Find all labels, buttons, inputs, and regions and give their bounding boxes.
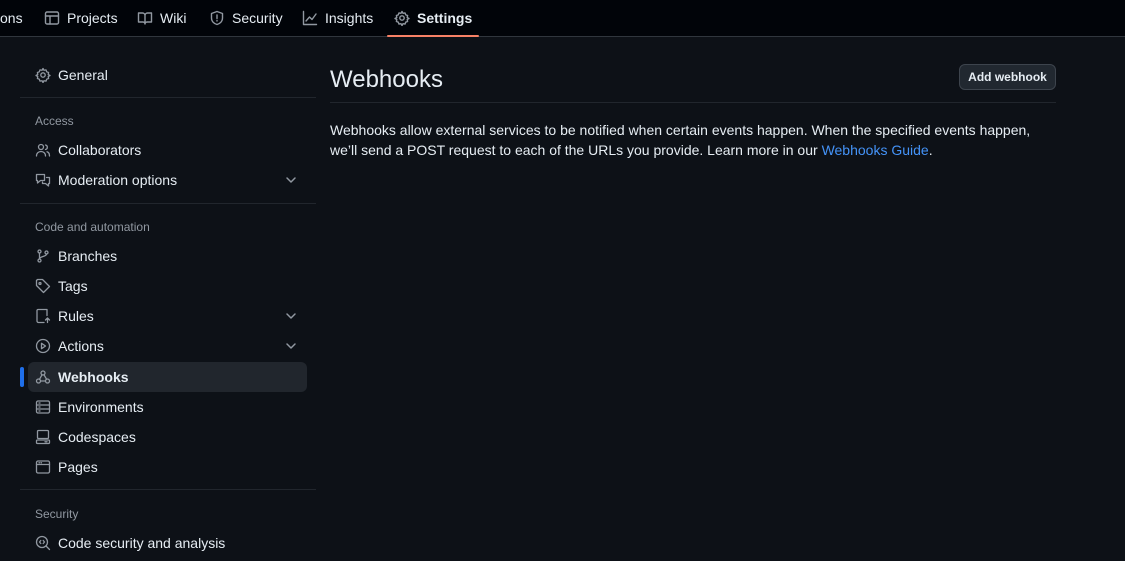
- gear-icon: [394, 10, 410, 26]
- chevron-down-icon[interactable]: [283, 308, 299, 324]
- webhooks-description: Webhooks allow external services to be n…: [330, 120, 1056, 160]
- chevron-down-icon[interactable]: [283, 172, 299, 188]
- gear-icon: [35, 67, 51, 84]
- sidebar-divider: [20, 489, 316, 490]
- repo-nav: ons Projects Wiki Security Insights Sett…: [0, 0, 1125, 37]
- table-icon: [44, 11, 60, 25]
- sidebar-item-actions[interactable]: Actions: [28, 331, 307, 361]
- play-icon: [35, 338, 51, 354]
- sidebar-item-rules[interactable]: Rules: [28, 301, 307, 331]
- sidebar-item-tags[interactable]: Tags: [28, 271, 307, 301]
- chevron-down-icon[interactable]: [283, 338, 299, 354]
- webhook-icon: [35, 369, 51, 385]
- page-title: Webhooks: [330, 66, 443, 93]
- sidebar-item-label: Moderation options: [58, 172, 178, 188]
- sidebar-item-label: Branches: [58, 248, 118, 264]
- sidebar-item-collaborators[interactable]: Collaborators: [28, 135, 307, 165]
- tab-settings[interactable]: Settings: [387, 0, 480, 37]
- selected-tab-underline: [387, 35, 480, 37]
- sidebar-item-moderation[interactable]: Moderation options: [28, 165, 307, 195]
- browser-icon: [35, 459, 51, 475]
- tab-label: Projects: [67, 10, 118, 26]
- sidebar-item-code-security[interactable]: Code security and analysis: [28, 528, 307, 558]
- comment-discussion-icon: [35, 172, 51, 188]
- tab-wiki[interactable]: Wiki: [137, 0, 186, 36]
- sidebar-item-label: Collaborators: [58, 142, 142, 158]
- sidebar-item-pages[interactable]: Pages: [28, 452, 307, 482]
- tab-label: Wiki: [160, 10, 187, 26]
- tab-label: ons: [0, 10, 23, 26]
- tab-label: Security: [232, 10, 283, 26]
- sidebar-item-label: Codespaces: [58, 429, 136, 445]
- sidebar-item-label: Environments: [58, 399, 144, 415]
- graph-icon: [302, 10, 318, 26]
- codespaces-icon: [35, 429, 51, 445]
- webhooks-guide-link[interactable]: Webhooks Guide: [822, 142, 929, 158]
- tag-icon: [35, 278, 51, 294]
- tab-insights[interactable]: Insights: [302, 0, 373, 36]
- people-icon: [35, 142, 51, 158]
- git-branch-icon: [35, 248, 51, 264]
- sidebar-divider: [20, 97, 316, 98]
- sidebar-item-webhooks[interactable]: Webhooks: [20, 362, 307, 392]
- tab-label: Settings: [417, 10, 473, 26]
- sidebar-item-label: Webhooks: [58, 369, 129, 385]
- book-icon: [137, 12, 153, 25]
- sidebar-item-general[interactable]: General: [28, 60, 307, 90]
- tab-label: Insights: [325, 10, 374, 26]
- sidebar-item-label: General: [58, 67, 108, 83]
- sidebar-item-label: Rules: [58, 308, 94, 324]
- sidebar-item-branches[interactable]: Branches: [28, 241, 307, 271]
- sidebar-item-label: Code security and analysis: [58, 535, 226, 551]
- repo-push-icon: [35, 308, 51, 324]
- add-webhook-button[interactable]: Add webhook: [959, 64, 1056, 90]
- group-title-security: Security: [35, 507, 79, 521]
- sidebar-item-label: Pages: [58, 459, 98, 475]
- tab-security[interactable]: Security: [209, 0, 283, 36]
- title-divider: [330, 102, 1056, 103]
- tab-actions[interactable]: ons: [0, 0, 23, 36]
- sidebar-item-environments[interactable]: Environments: [28, 392, 307, 422]
- sidebar-item-label: Actions: [58, 338, 104, 354]
- server-icon: [35, 399, 51, 415]
- tab-projects[interactable]: Projects: [44, 0, 118, 36]
- group-title-access: Access: [35, 114, 74, 128]
- shield-icon: [210, 10, 224, 26]
- sidebar-divider: [20, 203, 316, 204]
- group-title-code-automation: Code and automation: [35, 220, 150, 234]
- codescan-icon: [35, 535, 51, 551]
- sidebar-item-label: Tags: [58, 278, 88, 294]
- description-end: .: [928, 142, 933, 158]
- sidebar-item-codespaces[interactable]: Codespaces: [28, 422, 307, 452]
